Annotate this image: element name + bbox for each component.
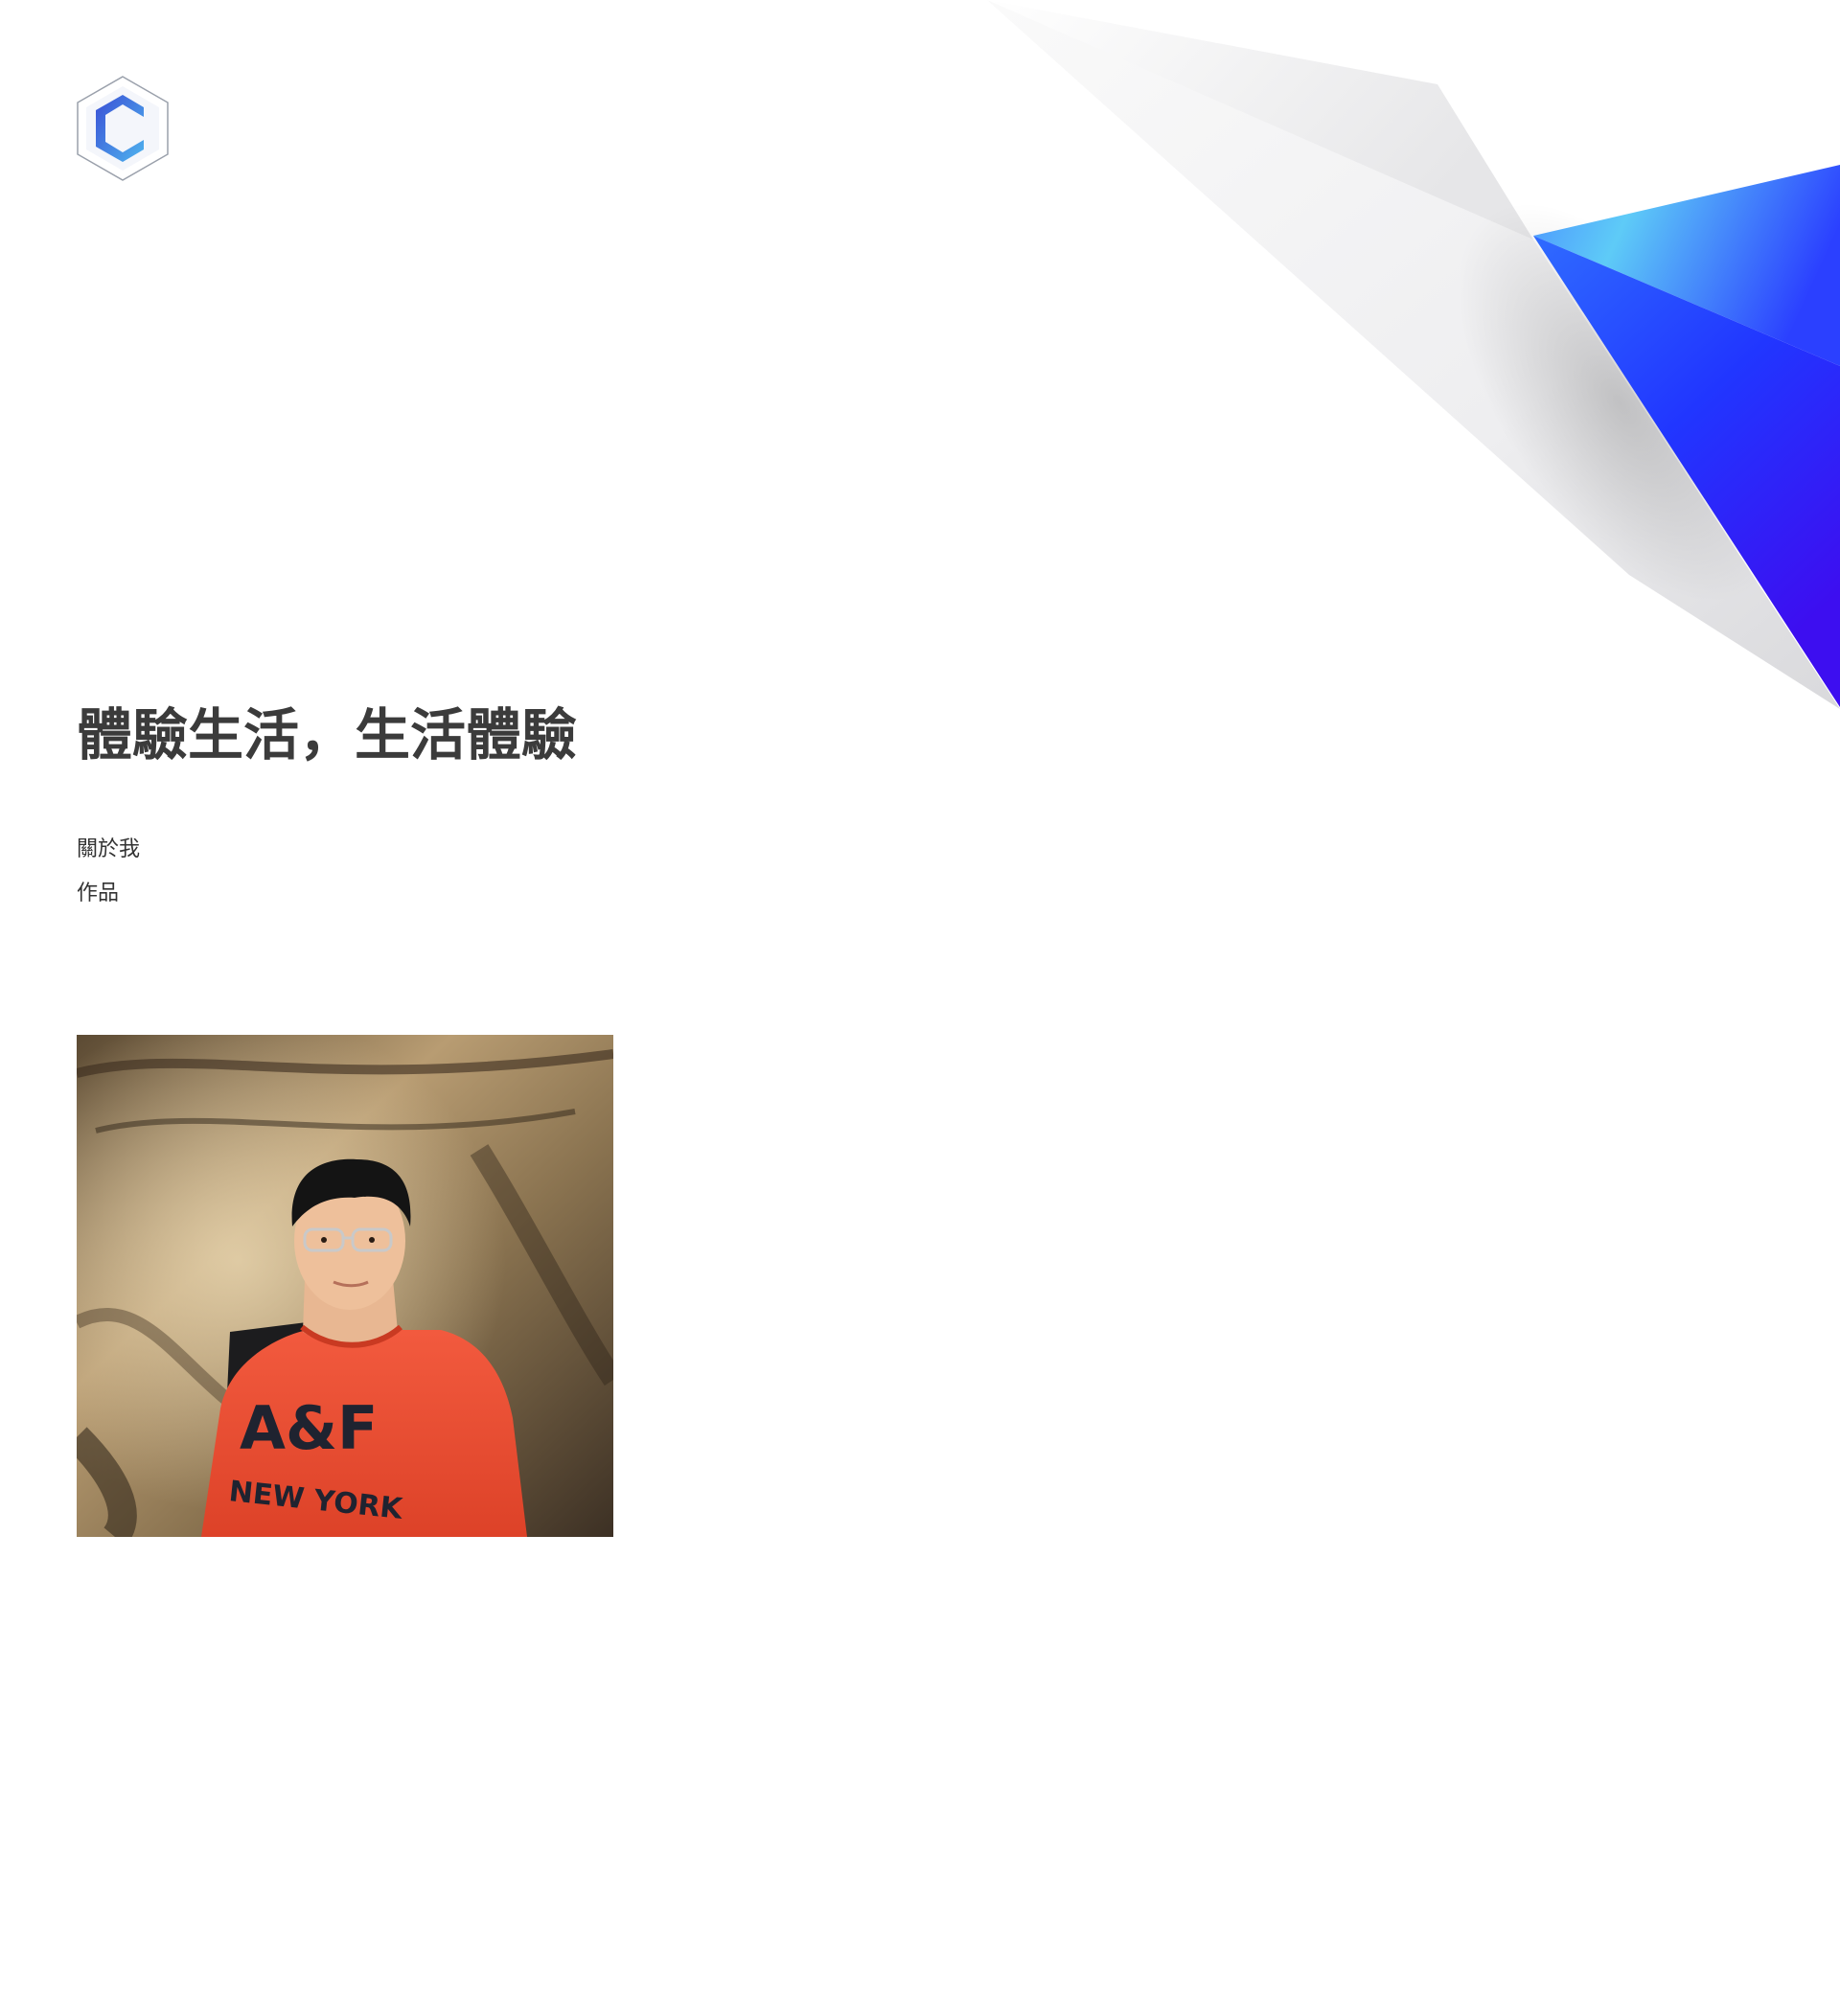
profile-photo: A&F NEW YORK [77,1035,613,1537]
shirt-text-af: A&F [240,1393,378,1463]
page: 體驗生活，生活體驗 關於我 作品 A&F NEW YORK [0,0,1840,2016]
hexagon-c-logo-icon[interactable] [75,75,171,182]
main-nav: 關於我 作品 [77,834,140,910]
decorative-prism-graphic [987,0,1840,709]
nav-item-works[interactable]: 作品 [77,878,140,910]
nav-item-about[interactable]: 關於我 [77,834,140,866]
page-title: 體驗生活，生活體驗 [77,702,578,767]
profile-photo-illustration: A&F NEW YORK [77,1035,613,1537]
